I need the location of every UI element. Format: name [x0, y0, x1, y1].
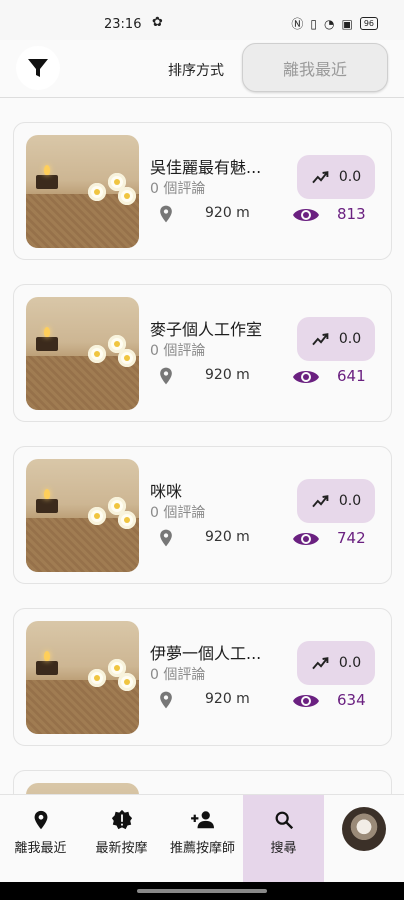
nav-item-latest[interactable]: 最新按摩	[81, 795, 162, 883]
vibrate-icon: ▯	[310, 16, 317, 31]
eye-icon	[293, 533, 319, 545]
battery-icon: 96	[359, 17, 378, 30]
card-views: 641	[337, 367, 366, 385]
nav-item-search[interactable]: 搜尋	[243, 795, 324, 883]
card-title: 吳佳麗最有魅...	[150, 158, 262, 177]
rating-chip[interactable]: 0.0	[297, 479, 375, 523]
massage-card[interactable]: 麥子個人工作室 0 個評論 920 m 0.0 641	[13, 284, 392, 422]
card-title: 伊夢一個人工...	[150, 644, 262, 663]
candle-decor	[36, 499, 58, 513]
flower-decor	[118, 511, 136, 529]
massage-card[interactable]	[13, 770, 392, 794]
flower-decor	[88, 669, 106, 687]
gesture-bar	[0, 882, 404, 900]
nav-label: 離我最近	[14, 841, 67, 856]
nfc-icon: Ⓝ	[291, 17, 304, 31]
user-avatar[interactable]	[342, 807, 386, 851]
massage-card[interactable]: 咪咪 0 個評論 920 m 0.0 742	[13, 446, 392, 584]
rating-chip[interactable]: 0.0	[297, 317, 375, 361]
location-pin-icon	[160, 529, 172, 547]
eye-icon	[293, 371, 319, 383]
trend-icon	[312, 171, 329, 184]
wifi-icon: ◔	[323, 16, 335, 31]
trend-icon	[312, 333, 329, 346]
card-reviews: 0 個評論	[150, 181, 206, 197]
flower-decor	[88, 183, 106, 201]
location-pin-icon	[160, 691, 172, 709]
candle-decor	[36, 661, 58, 675]
flower-decor	[88, 345, 106, 363]
card-views: 742	[337, 529, 366, 547]
home-gesture-handle[interactable]	[137, 889, 267, 893]
nav-item-recommended[interactable]: 推薦按摩師	[162, 795, 243, 883]
trend-icon	[312, 657, 329, 670]
nav-label: 最新按摩	[95, 841, 148, 856]
massage-card[interactable]: 吳佳麗最有魅... 0 個評論 920 m 0.0 813	[13, 122, 392, 260]
filter-button[interactable]	[16, 46, 60, 90]
status-icons: Ⓝ ▯ ◔ ▣ 96	[291, 15, 378, 32]
flame-decor	[44, 651, 50, 661]
flame-decor	[44, 489, 50, 499]
card-reviews: 0 個評論	[150, 343, 206, 359]
card-views: 634	[337, 691, 366, 709]
card-title: 麥子個人工作室	[150, 320, 263, 339]
rating-value: 0.0	[338, 493, 362, 509]
flower-decor	[118, 187, 136, 205]
nav-label: 推薦按摩師	[169, 841, 235, 856]
status-bar: 23:16 ✿ Ⓝ ▯ ◔ ▣ 96	[0, 0, 404, 40]
trend-icon	[312, 495, 329, 508]
massage-card[interactable]: 伊夢一個人工... 0 個評論 920 m 0.0 634	[13, 608, 392, 746]
flame-decor	[44, 327, 50, 337]
status-time: 23:16	[104, 17, 142, 32]
card-thumbnail	[26, 135, 139, 248]
location-pin-icon	[34, 810, 47, 830]
flower-decor	[88, 507, 106, 525]
eye-icon	[293, 695, 319, 707]
sim-icon: ▣	[341, 16, 353, 31]
sort-label: 排序方式	[168, 63, 224, 79]
flower-decor	[118, 673, 136, 691]
card-distance: 920 m	[205, 529, 250, 545]
card-reviews: 0 個評論	[150, 667, 206, 683]
bottom-nav: 離我最近 最新按摩 推薦按摩師 搜尋	[0, 794, 404, 883]
filter-icon	[28, 59, 48, 77]
card-thumbnail	[26, 783, 139, 794]
add-person-icon	[190, 811, 214, 829]
candle-decor	[36, 337, 58, 351]
rating-chip[interactable]: 0.0	[297, 641, 375, 685]
search-icon	[275, 811, 293, 830]
card-distance: 920 m	[205, 367, 250, 383]
card-thumbnail	[26, 621, 139, 734]
rating-value: 0.0	[338, 169, 362, 185]
location-pin-icon	[160, 205, 172, 223]
flower-decor	[118, 349, 136, 367]
card-thumbnail	[26, 297, 139, 410]
massage-list: 吳佳麗最有魅... 0 個評論 920 m 0.0 813 麥子個人工作室 0 個評論 920…	[0, 98, 404, 794]
card-distance: 920 m	[205, 205, 250, 221]
nav-label: 搜尋	[270, 841, 297, 856]
rating-chip[interactable]: 0.0	[297, 155, 375, 199]
card-distance: 920 m	[205, 691, 250, 707]
new-badge-icon	[111, 809, 132, 830]
rating-value: 0.0	[338, 655, 362, 671]
candle-decor	[36, 175, 58, 189]
card-views: 813	[337, 205, 366, 223]
app-header: 排序方式 離我最近	[0, 40, 404, 98]
settings-gear-icon: ✿	[152, 15, 163, 30]
eye-icon	[293, 209, 319, 221]
nav-item-nearest[interactable]: 離我最近	[0, 795, 81, 883]
card-title: 咪咪	[150, 482, 183, 501]
rating-value: 0.0	[338, 331, 362, 347]
location-pin-icon	[160, 367, 172, 385]
card-reviews: 0 個評論	[150, 505, 206, 521]
flame-decor	[44, 165, 50, 175]
card-thumbnail	[26, 459, 139, 572]
sort-select[interactable]: 離我最近	[242, 43, 388, 92]
